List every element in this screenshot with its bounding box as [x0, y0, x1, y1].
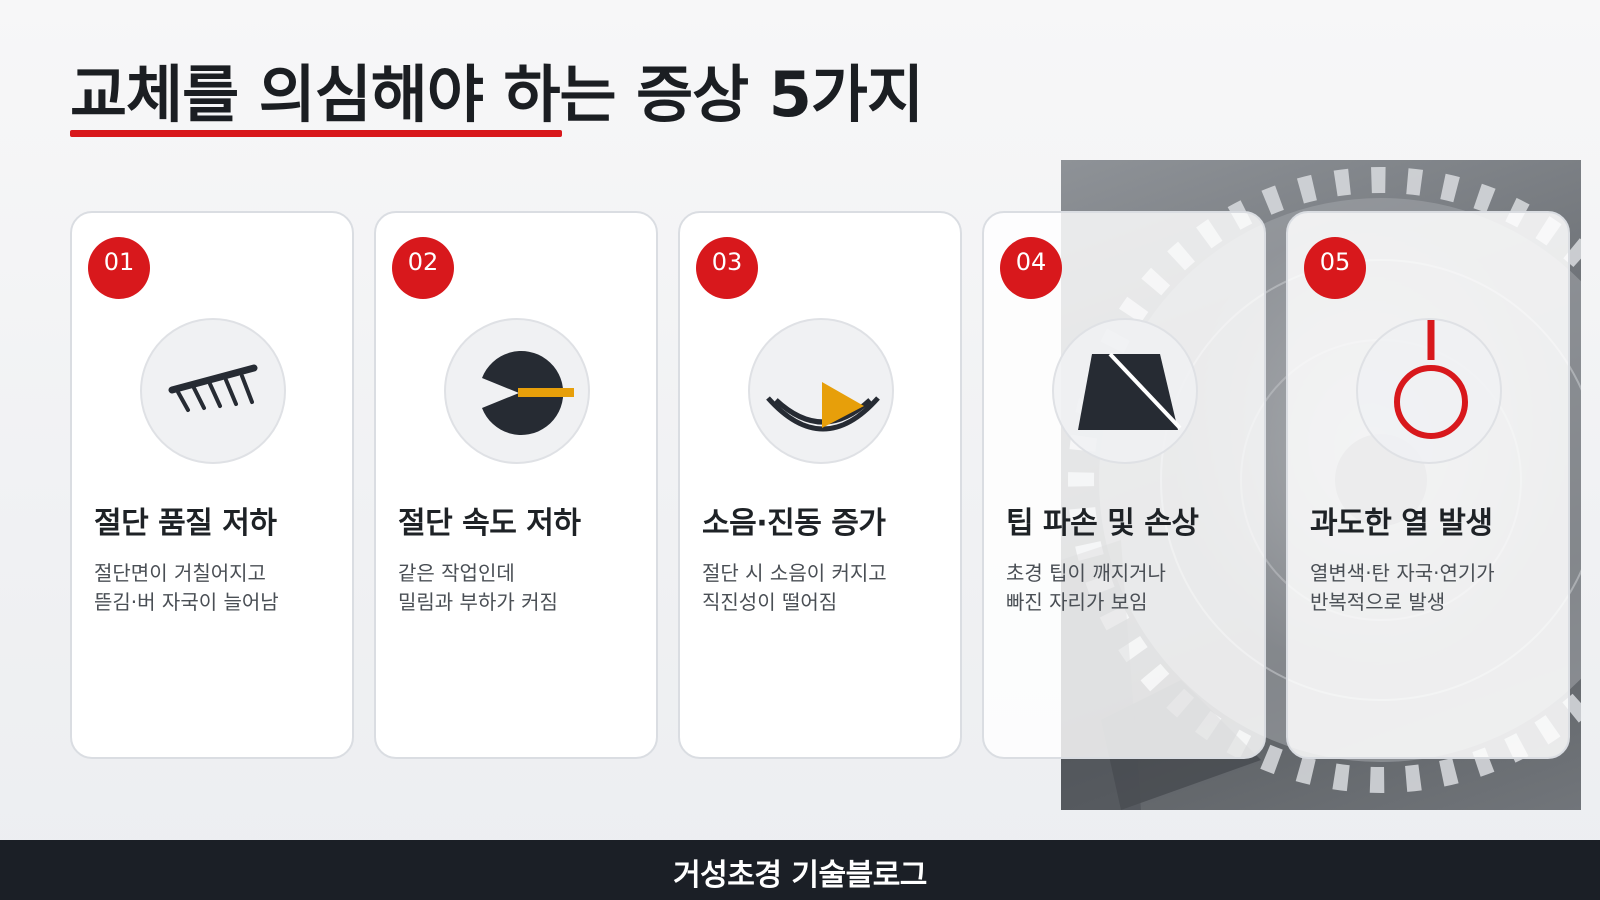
card-title: 소음·진동 증가 [702, 506, 886, 541]
card-description-line: 절단면이 거칠어지고 [94, 561, 266, 585]
footer-bar: 거성초경 기술블로그 [0, 840, 1600, 900]
card-title: 절단 품질 저하 [94, 506, 277, 541]
symptom-card-1: 01 절단 품질 저하 절단면이 거칠어지고 뜯김·버 자국이 늘어남 [70, 211, 354, 759]
card-title: 팁 파손 및 손상 [1006, 506, 1199, 541]
card-description: 같은 작업인데 밀림과 부하가 커짐 [398, 559, 558, 617]
comb-marks-icon [140, 318, 286, 464]
title-underline [70, 130, 562, 137]
card-description-line: 초경 팁이 깨지거나 [1006, 561, 1166, 585]
card-number-badge: 05 [1304, 237, 1366, 299]
card-title: 과도한 열 발생 [1310, 506, 1493, 541]
footer-brand-text: 거성초경 기술블로그 [673, 858, 927, 893]
card-description-line: 빠진 자리가 보임 [1006, 590, 1148, 614]
symptom-card-3: 03 소음·진동 증가 절단 시 소음이 커지고 직진성이 떨어짐 [678, 211, 962, 759]
card-description-line: 절단 시 소음이 커지고 [702, 561, 887, 585]
card-description-line: 같은 작업인데 [398, 561, 515, 585]
symptom-card-2: 02 절단 속도 저하 같은 작업인데 밀림과 부하가 커짐 [374, 211, 658, 759]
card-description-line: 밀림과 부하가 커짐 [398, 590, 558, 614]
page-title: 교체를 의심해야 하는 증상 5가지 [70, 58, 924, 131]
symptom-cards: 01 절단 품질 저하 절단면이 거칠어지고 뜯김·버 자국이 늘어남 02 절… [70, 211, 1580, 761]
card-description-line: 직진성이 떨어짐 [702, 590, 838, 614]
broken-tip-icon [1052, 318, 1198, 464]
card-description: 열변색·탄 자국·연기가 반복적으로 발생 [1310, 559, 1495, 617]
card-description-line: 열변색·탄 자국·연기가 [1310, 561, 1495, 585]
card-number-badge: 02 [392, 237, 454, 299]
card-description-line: 반복적으로 발생 [1310, 590, 1446, 614]
pie-gauge-icon [444, 318, 590, 464]
symptom-card-5: 05 과도한 열 발생 열변색·탄 자국·연기가 반복적으로 발생 [1286, 211, 1570, 759]
vibration-play-icon [748, 318, 894, 464]
card-description: 초경 팁이 깨지거나 빠진 자리가 보임 [1006, 559, 1166, 617]
card-number-badge: 03 [696, 237, 758, 299]
card-number-badge: 01 [88, 237, 150, 299]
symptom-card-4: 04 팁 파손 및 손상 초경 팁이 깨지거나 빠진 자리가 보임 [982, 211, 1266, 759]
card-title: 절단 속도 저하 [398, 506, 581, 541]
card-description: 절단 시 소음이 커지고 직진성이 떨어짐 [702, 559, 887, 617]
card-description-line: 뜯김·버 자국이 늘어남 [94, 590, 279, 614]
card-description: 절단면이 거칠어지고 뜯김·버 자국이 늘어남 [94, 559, 279, 617]
card-number-badge: 04 [1000, 237, 1062, 299]
heat-ring-icon [1356, 318, 1502, 464]
